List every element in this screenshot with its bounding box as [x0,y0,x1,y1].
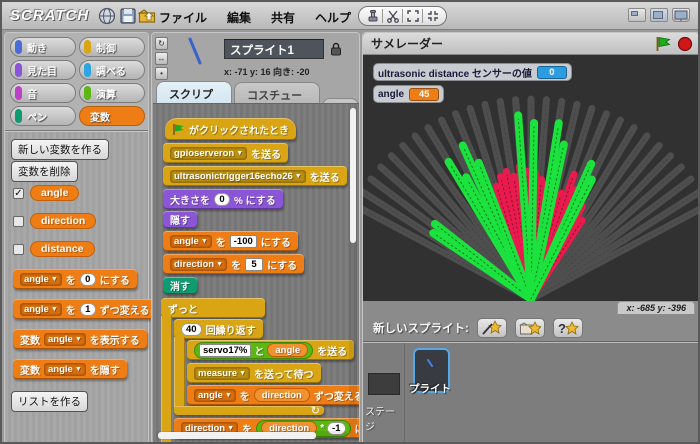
menu-items: ファイル 編集 共有 ヘルプ [159,9,351,26]
broadcast-join-block[interactable]: servo17% と angle を送る [187,340,355,360]
stage-label: ステージ [365,407,395,433]
scratch-window: SCRATCH ファイル 編集 共有 ヘルプ 動き 制御 見た目 調べる 音 演… [0,0,700,444]
save-icon[interactable] [119,7,137,25]
category-motion[interactable]: 動き [10,37,76,57]
block-palette-panel: 動き 制御 見た目 調べる 音 演算 ペン 変数 新しい変数を作る 変数を削除 … [4,32,157,442]
palette-show-variable-block[interactable]: 変数 angle ▼ を表示する [13,329,147,349]
stop-button[interactable] [677,36,693,52]
watcher-checkbox-direction[interactable] [13,215,24,227]
pen-clear-block[interactable]: 消す [163,277,197,294]
project-title: サメレーダー [371,37,444,51]
small-stage-icon[interactable] [628,8,646,22]
category-sensing[interactable]: 調べる [79,60,145,80]
stage-panel: サメレーダー ultrasonic distance センサーの値 0 angl… [362,32,698,442]
stage-thumbnail[interactable] [368,373,400,395]
variable-reporter-distance[interactable]: distance [30,241,95,257]
menu-edit[interactable]: 編集 [227,9,251,26]
scissors-icon[interactable] [383,8,402,24]
watcher-angle[interactable]: angle 45 [373,85,445,103]
category-pen[interactable]: ペン [10,106,76,126]
broadcast-wait-block[interactable]: measure ▼ を送って待つ [187,363,321,383]
variable-reporter-direction[interactable]: direction [30,213,97,229]
scratch-logo: SCRATCH [10,7,90,24]
menu-file[interactable]: ファイル [159,9,207,26]
delete-variable-button[interactable]: 変数を削除 [11,161,78,182]
sprite-thumbnail[interactable] [174,35,218,69]
sprite-list: ステージ プライト [363,341,698,442]
sprite-coordinates: x: -71 y: 16 向き: -20 [224,67,310,77]
svg-text:?: ? [558,321,566,336]
palette-change-variable-block[interactable]: angle ▼ を 1 ずつ変える [13,299,157,319]
angle-reporter[interactable]: angle [267,343,309,357]
repeat-spine[interactable] [174,337,185,406]
category-variables[interactable]: 変数 [79,106,145,126]
green-flag-icon [173,123,184,135]
join-operator[interactable]: servo17% と angle [194,341,314,359]
palette-hide-variable-block[interactable]: 変数 angle ▼ を隠す [13,359,127,379]
variable-reporter-angle[interactable]: angle [30,185,80,201]
language-globe-icon[interactable] [98,7,116,25]
new-sprite-label: 新しいスプライト: [373,323,469,335]
broadcast-ultrasonic-block[interactable]: ultrasonictrigger16echo26 ▼ を送る [163,166,347,186]
stage-header: サメレーダー [363,33,698,55]
sprite-editor-panel: ↻ ↔ • スプライト1 x: -71 y: 16 向き: -20 スクリプト … [151,32,360,442]
lock-icon[interactable] [330,42,342,56]
hide-block[interactable]: 隠す [163,211,197,228]
watcher-checkbox-angle[interactable]: ✓ [13,187,24,199]
stage-column: ステージ [363,343,405,442]
category-operators[interactable]: 演算 [79,83,145,103]
shrink-sprite-icon[interactable] [423,8,442,24]
set-direction-block[interactable]: direction ▼ を 5 にする [163,254,305,274]
sprite1-label: プライト [409,383,451,395]
share-icon[interactable] [138,7,156,25]
make-variable-button[interactable]: 新しい変数を作る [11,139,109,160]
paint-new-sprite-icon[interactable] [476,318,507,338]
change-angle-block[interactable]: angle ▼ を direction ずつ変える [187,385,359,405]
green-flag-button[interactable] [655,36,671,52]
surprise-sprite-icon[interactable]: ? [552,318,583,338]
broadcast-gpioserveron-block[interactable]: gpioserveron ▼ を送る [163,143,289,163]
script-vertical-scrollbar[interactable] [349,108,357,438]
menu-share[interactable]: 共有 [271,9,295,26]
duplicate-icon[interactable] [363,8,382,24]
category-control[interactable]: 制御 [79,37,145,57]
mouse-coordinates: x: -685 y: -396 [617,301,695,314]
watcher-ultrasonic[interactable]: ultrasonic distance センサーの値 0 [373,63,572,81]
variable-row-distance: distance [13,241,95,257]
rotation-style-buttons: ↻ ↔ • [155,37,168,80]
make-list-button[interactable]: リストを作る [11,391,88,412]
flip-style-icon[interactable]: ↔ [155,52,168,65]
menu-help[interactable]: ヘルプ [315,9,351,26]
set-size-block[interactable]: 大きさを 0 % にする [163,189,283,209]
view-mode-buttons [628,8,690,22]
grow-sprite-icon[interactable] [403,8,422,24]
new-sprite-bar: 新しいスプライト: ? [363,315,698,341]
sprite-name-field[interactable]: スプライト1 [224,39,324,59]
palette-set-variable-block[interactable]: angle ▼ を 0 にする [13,269,137,289]
repeat-block[interactable]: 40 回繰り返す [174,319,263,339]
set-angle-block[interactable]: angle ▼ を -100 にする [163,231,298,251]
no-rotate-style-icon[interactable]: • [155,67,168,80]
when-flag-clicked-block[interactable]: がクリックされたとき [165,118,296,140]
watcher-checkbox-distance[interactable] [13,243,24,255]
cursor-toolbar [358,6,447,26]
menu-bar: SCRATCH ファイル 編集 共有 ヘルプ [2,2,698,30]
stage[interactable]: ultrasonic distance センサーの値 0 angle 45 [363,55,698,301]
normal-stage-icon[interactable] [650,8,668,22]
forever-spine[interactable] [161,316,172,442]
presentation-mode-icon[interactable] [672,8,690,22]
script-area[interactable]: がクリックされたとき gpioserveron ▼ を送る ultrasonict… [153,103,359,442]
category-looks[interactable]: 見た目 [10,60,76,80]
variable-row-angle: ✓ angle [13,185,80,201]
repeat-bottom[interactable]: ↻ [174,405,324,417]
import-sprite-icon[interactable] [514,318,545,338]
category-buttons: 動き 制御 見た目 調べる 音 演算 ペン 変数 [5,33,148,132]
category-sound[interactable]: 音 [10,83,76,103]
variable-row-direction: direction [13,213,97,229]
script-horizontal-scrollbar[interactable] [156,431,348,440]
forever-block[interactable]: ずっと [161,298,265,318]
rotate-style-icon[interactable]: ↻ [155,37,168,50]
